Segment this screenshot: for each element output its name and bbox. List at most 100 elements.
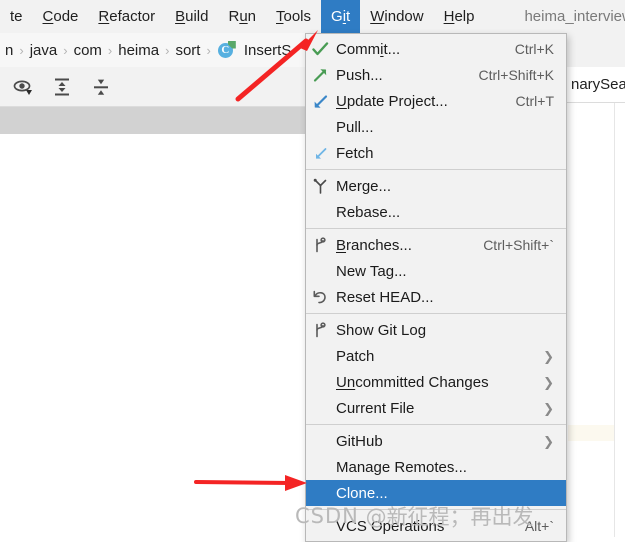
collapse-all-icon[interactable] [90,76,112,98]
chevron-right-icon: ❯ [543,374,554,390]
menu-item-label: uild [185,8,209,25]
window-title: heima_interview - [524,8,625,25]
menu-mnemonic: C [42,8,54,25]
push-arrow-icon [306,62,336,88]
menu-option-patch[interactable]: Patch ❯ [306,343,566,369]
menu-separator [306,228,566,229]
menu-option-show-git-log[interactable]: Show Git Log [306,317,566,343]
menu-option-label: Current File [336,399,415,417]
editor-tab-binarysearch[interactable]: narySea [567,67,625,103]
no-icon [306,343,336,369]
menu-item-te[interactable]: te [0,0,33,33]
branch-icon [306,232,336,258]
menu-item-label: indow [384,8,424,25]
breadcrumb-item-file[interactable]: InsertS [239,42,297,59]
menu-option-label: New Tag... [336,262,407,280]
java-class-icon: C [217,40,236,59]
reset-head-undo-icon [306,284,336,310]
menu-item-help[interactable]: Help [434,0,485,33]
menu-item-git[interactable]: Git [321,0,361,33]
menu-item-window[interactable]: Window [360,0,433,33]
caret-row-highlight [568,425,614,441]
menu-bar: te Code Refactor Build Run Tools Git Win… [0,0,625,34]
menu-option-fetch[interactable]: Fetch [306,140,566,166]
menu-option-reset-head[interactable]: Reset HEAD... [306,284,566,310]
menu-option-shortcut: Ctrl+Shift+K [478,67,554,83]
menu-mnemonic: T [276,8,284,25]
menu-item-tools[interactable]: Tools [266,0,321,33]
menu-mnemonic: W [370,8,385,25]
chevron-right-icon: ❯ [543,400,554,416]
right-tabstrip [567,33,625,68]
menu-option-commit[interactable]: Commit... Ctrl+K [306,36,566,62]
chevron-right-icon: ❯ [543,433,554,449]
menu-option-current-file[interactable]: Current File ❯ [306,395,566,421]
no-icon [306,395,336,421]
selected-line-band [0,107,310,134]
menu-option-label: Manage Remotes... [336,458,467,476]
menu-mnemonic: u [239,8,248,25]
breadcrumb-item-0[interactable]: n [0,42,18,59]
menu-option-label: Uncommitted Changes [336,373,489,391]
menu-item-code[interactable]: Code [33,0,89,33]
menu-item-label: efactor [109,8,156,25]
preview-eye-icon[interactable] [12,76,34,98]
right-editor-vertical-divider [614,103,615,537]
menu-mnemonic: R [98,8,110,25]
right-editor-area[interactable] [567,103,625,537]
editor-content-area[interactable] [0,134,305,537]
menu-mnemonic: B [175,8,186,25]
menu-option-github[interactable]: GitHub ❯ [306,428,566,454]
menu-option-pull[interactable]: Pull... [306,114,566,140]
menu-option-label: Pull... [336,118,374,136]
menu-item-refactor[interactable]: Refactor [88,0,165,33]
chevron-right-icon: ❯ [543,348,554,364]
breadcrumb-item-java[interactable]: java [25,42,63,59]
menu-option-label: GitHub [336,432,383,450]
menu-separator [306,313,566,314]
menu-option-manage-remotes[interactable]: Manage Remotes... [306,454,566,480]
menu-item-label: G [331,8,343,25]
menu-option-merge[interactable]: Merge... [306,173,566,199]
menu-option-label: Commit... [336,40,401,58]
menu-option-label: Merge... [336,177,392,195]
editor-toolbar [0,67,310,107]
menu-option-label: Reset HEAD... [336,288,434,306]
menu-option-label: Fetch [336,144,374,162]
menu-separator [306,424,566,425]
watermark-csdn: CSDN [295,504,359,528]
git-dropdown-menu: Commit... Ctrl+K Push... Ctrl+Shift+K Up… [305,33,567,542]
menu-option-rebase[interactable]: Rebase... [306,199,566,225]
menu-item-run[interactable]: Run [218,0,266,33]
menu-item-label: t [346,8,351,25]
fetch-arrow-icon [306,140,336,166]
editor-tab-label: narySea [571,76,625,93]
watermark: CSDN @新征程；再出发 [295,500,625,532]
menu-option-push[interactable]: Push... Ctrl+Shift+K [306,62,566,88]
menu-item-build[interactable]: Build [165,0,218,33]
menu-option-shortcut: Ctrl+Shift+` [483,237,554,253]
menu-option-uncommitted-changes[interactable]: Uncommitted Changes ❯ [306,369,566,395]
menu-item-label: ode [53,8,79,25]
breadcrumb-item-heima[interactable]: heima [113,42,164,59]
menu-option-label: Clone... [336,484,388,502]
expand-all-icon[interactable] [51,76,73,98]
menu-option-label: Update Project... [336,92,448,110]
no-icon [306,199,336,225]
no-icon [306,369,336,395]
no-icon [306,258,336,284]
no-icon [306,454,336,480]
breadcrumb-item-sort[interactable]: sort [170,42,205,59]
menu-option-label: Rebase... [336,203,401,221]
menu-item-label: te [10,8,23,25]
menu-item-label: ools [283,8,312,25]
menu-option-new-tag[interactable]: New Tag... [306,258,566,284]
menu-item-label: elp [454,8,475,25]
breadcrumb-item-com[interactable]: com [69,42,107,59]
menu-option-branches[interactable]: Branches... Ctrl+Shift+` [306,232,566,258]
menu-option-update-project[interactable]: Update Project... Ctrl+T [306,88,566,114]
branch-icon [306,317,336,343]
menu-option-label: Push... [336,66,383,84]
commit-check-icon [306,36,336,62]
menu-option-shortcut: Ctrl+K [514,41,554,57]
